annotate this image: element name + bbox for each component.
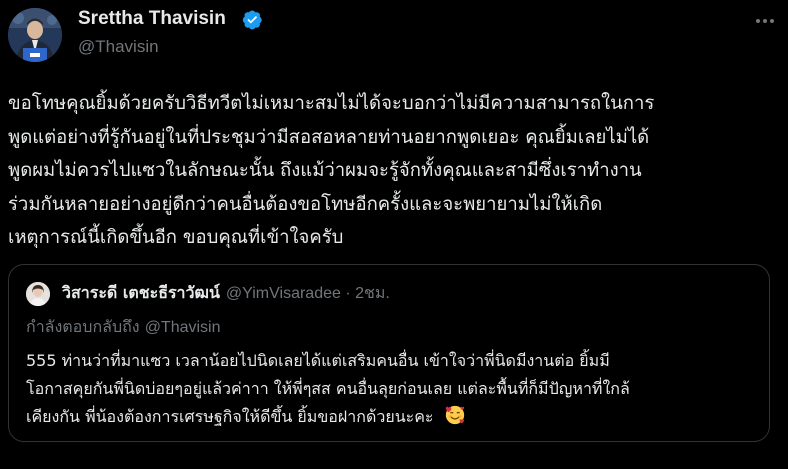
- more-options-icon[interactable]: [752, 10, 778, 32]
- tweet-text-line: ขอโทษคุณยิ้มด้วยครับวิธีทวีตไม่เหมาะสมไม…: [8, 93, 655, 114]
- replying-to-mention[interactable]: @Thavisin: [145, 319, 221, 336]
- author-handle[interactable]: @Thavisin: [78, 37, 159, 57]
- tweet-text-line: พูดแต่อย่างที่รู้กันอยู่ในที่ประชุมว่ามี…: [8, 126, 650, 148]
- quoted-author-name[interactable]: วิสาระดี เตชะธีราวัฒน์: [62, 283, 220, 302]
- tweet-text-line: ร่วมกันหลายอย่างอยู่ดีกว่าคนอื่นต้องขอโท…: [8, 193, 603, 215]
- replying-to-label: กำลังตอบกลับถึง: [26, 317, 140, 336]
- avatar-portrait-icon: [8, 8, 62, 62]
- quoted-author-meta[interactable]: @YimVisaradee · 2ชม.: [226, 285, 390, 302]
- verified-badge-icon: [242, 10, 262, 30]
- quoted-tweet-card[interactable]: วิสาระดี เตชะธีราวัฒน์ @YimVisaradee · 2ช…: [8, 264, 770, 442]
- quoted-author-avatar[interactable]: [26, 282, 50, 306]
- quoted-text-line: เคียงกัน พี่น้องต้องการเศรษฐกิจให้ดีขึ้น…: [26, 403, 630, 431]
- tweet-text: ขอโทษคุณยิ้มด้วยครับวิธีทวีตไม่เหมาะสมไม…: [8, 87, 780, 255]
- quoted-tweet-text: 555 ท่านว่าที่มาแซว เวลาน้อยไปนิดเลยได้แ…: [26, 347, 630, 431]
- quoted-text-line: 555 ท่านว่าที่มาแซว เวลาน้อยไปนิดเลยได้แ…: [26, 351, 610, 370]
- tweet: Srettha Thavisin @Thavisin ขอโทษคุณยิ้มด…: [0, 0, 788, 469]
- tweet-text-line: เหตุการณ์นี้เกิดขึ้นอีก ขอบคุณที่เข้าใจค…: [8, 227, 344, 248]
- author-avatar[interactable]: [8, 8, 62, 62]
- quoted-header: วิสาระดี เตชะธีราวัฒน์ @YimVisaradee · 2ช…: [62, 282, 390, 305]
- quoted-text-line: โอกาสคุยกันพี่นิดบ่อยๆอยู่แล้วค่าาา ให้พ…: [26, 379, 630, 398]
- author-name[interactable]: Srettha Thavisin: [78, 8, 226, 30]
- tweet-text-line: พูดผมไม่ควรไปแซวในลักษณะนั้น ถึงแม้ว่าผม…: [8, 160, 642, 181]
- quoted-text-line-content: เคียงกัน พี่น้องต้องการเศรษฐกิจให้ดีขึ้น…: [26, 407, 434, 426]
- avatar-portrait-icon: [26, 282, 50, 306]
- smiling-face-with-hearts-emoji-icon: [445, 405, 464, 425]
- replying-to: กำลังตอบกลับถึง @Thavisin: [26, 315, 221, 340]
